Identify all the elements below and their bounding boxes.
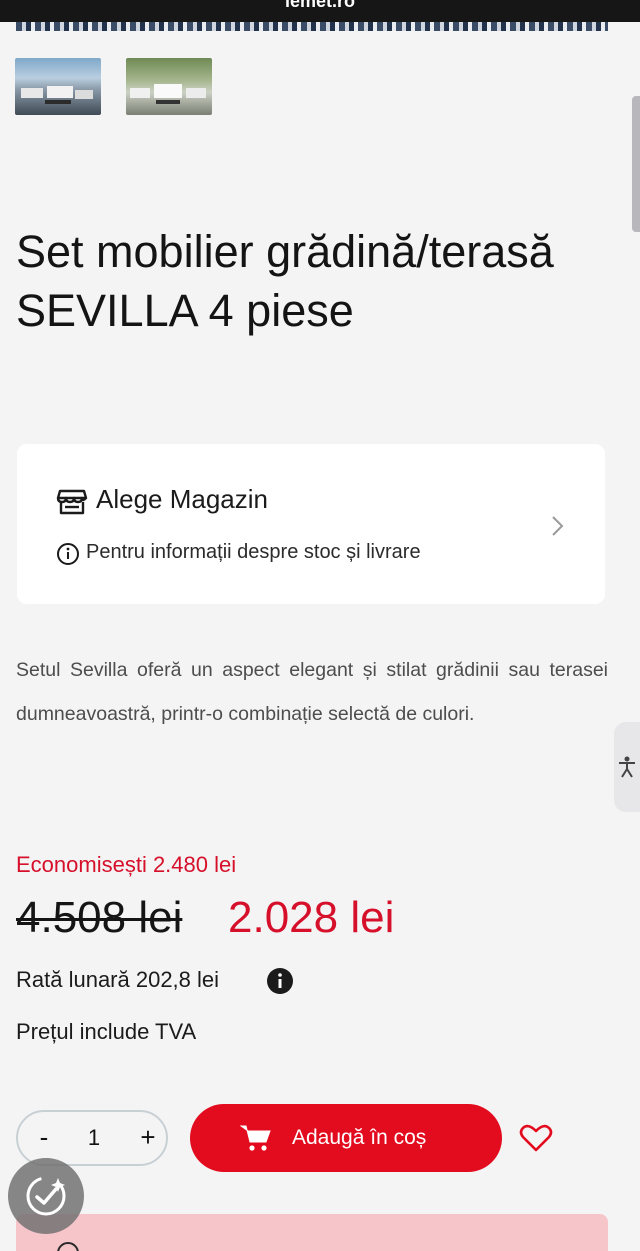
page-scrollbar[interactable] [632,96,640,232]
savings-label: Economisești 2.480 lei [16,852,237,877]
notification-banner [16,1214,608,1251]
cart-icon [239,1124,272,1156]
monthly-rate: Rată lunară 202,8 lei [16,967,220,992]
store-picker-card[interactable]: Alege Magazin Pentru informații despre s… [17,444,605,604]
gallery-thumbnail-1[interactable] [15,58,101,115]
hero-image-edge [16,22,608,31]
store-picker-subtitle: Pentru informații despre stoc și livrare [86,541,421,563]
accessibility-button[interactable] [614,722,640,812]
chevron-right-icon [550,514,566,542]
monthly-rate-info-icon[interactable] [266,967,294,999]
gallery-thumbnail-2[interactable] [126,58,212,115]
old-price: 4.508 lei [16,893,183,942]
browser-url: lemet.ro [284,0,356,11]
store-picker-title: Alege Magazin [96,484,268,514]
floating-assistant-button[interactable] [8,1158,84,1234]
quantity-decrease-button[interactable]: - [28,1122,60,1154]
browser-url-bar: lemet.ro [0,0,640,22]
add-to-cart-button[interactable]: Adaugă în coș [190,1104,502,1172]
store-icon [56,485,88,521]
info-icon [56,542,80,570]
current-price: 2.028 lei [228,893,395,942]
quantity-input[interactable]: 1 [74,1122,114,1154]
vat-note: Prețul include TVA [16,1019,197,1044]
add-to-cart-label: Adaugă în coș [292,1126,427,1149]
wishlist-heart-icon[interactable] [519,1123,553,1157]
product-description: Setul Sevilla oferă un aspect elegant și… [16,659,608,725]
quantity-increase-button[interactable]: + [132,1122,164,1154]
info-icon [56,1241,80,1251]
product-title: Set mobilier grădină/terasă SEVILLA 4 pi… [16,226,554,336]
assistant-icon [26,1176,66,1216]
accessibility-icon [619,756,635,778]
